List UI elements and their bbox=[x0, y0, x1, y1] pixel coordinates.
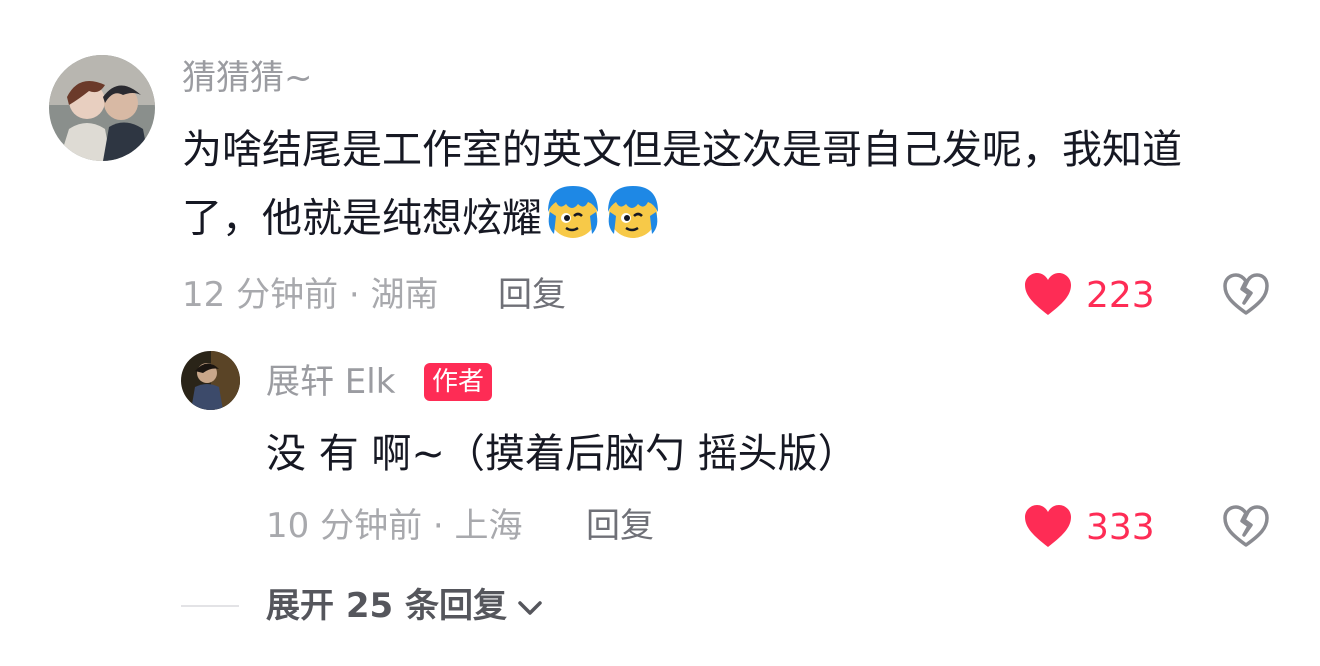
commenter-username[interactable]: 猜猜猜~ bbox=[182, 58, 313, 98]
heart-icon bbox=[1024, 272, 1072, 320]
broken-heart-icon bbox=[1222, 273, 1270, 320]
reply-time-location: 10 分钟前 · 上海 bbox=[266, 506, 523, 546]
commenter-avatar[interactable] bbox=[49, 55, 155, 161]
broken-heart-icon bbox=[1222, 505, 1270, 552]
author-badge: 作者 bbox=[424, 363, 493, 401]
comment-text: 为啥结尾是工作室的英文但是这次是哥自己发呢，我知道了，他就是纯想炫耀 bbox=[182, 118, 1252, 259]
chevron-down-icon bbox=[517, 586, 543, 626]
comment-reply-button[interactable]: 回复 bbox=[498, 275, 566, 315]
reply-like-count: 333 bbox=[1086, 507, 1155, 548]
expand-replies-button[interactable]: 展开 25 条回复 bbox=[266, 586, 543, 626]
reply-dislike-button[interactable] bbox=[1222, 504, 1270, 552]
reply-reply-button[interactable]: 回复 bbox=[586, 506, 654, 546]
comment-like-button[interactable]: 223 bbox=[1024, 272, 1155, 320]
expand-divider bbox=[181, 605, 239, 607]
blue-hair-face-emoji-icon bbox=[604, 182, 662, 259]
comment-body: 为啥结尾是工作室的英文但是这次是哥自己发呢，我知道了，他就是纯想炫耀 bbox=[182, 127, 1182, 242]
heart-icon bbox=[1024, 504, 1072, 552]
reply-like-button[interactable]: 333 bbox=[1024, 504, 1155, 552]
comment-time-location: 12 分钟前 · 湖南 bbox=[182, 275, 439, 315]
blue-hair-face-emoji-icon bbox=[544, 182, 602, 259]
comment-dislike-button[interactable] bbox=[1222, 272, 1270, 320]
reply-author-avatar[interactable] bbox=[181, 351, 240, 410]
reply-text: 没 有 啊~（摸着后脑勺 摇头版） bbox=[266, 431, 858, 477]
reply-username[interactable]: 展轩 Elk bbox=[266, 362, 395, 402]
comment-like-count: 223 bbox=[1086, 275, 1155, 316]
expand-replies-label: 展开 25 条回复 bbox=[266, 586, 507, 626]
